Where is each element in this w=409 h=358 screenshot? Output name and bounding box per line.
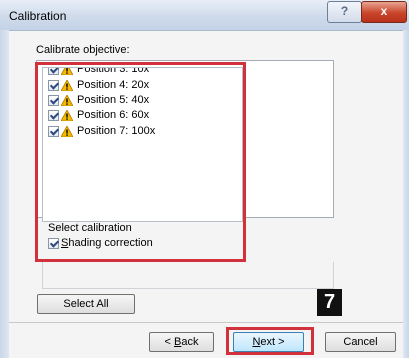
cancel-button[interactable]: Cancel xyxy=(325,332,396,352)
objective-highlight-frame xyxy=(35,62,246,262)
help-button[interactable]: ? xyxy=(327,1,362,23)
empty-panel xyxy=(42,262,334,289)
select-all-button[interactable]: Select All xyxy=(37,294,135,314)
step-badge: 7 xyxy=(317,289,342,316)
window-frame-right xyxy=(403,30,409,358)
title-bar: Calibration ? x xyxy=(0,0,409,31)
back-button[interactable]: < Back xyxy=(149,332,214,352)
window-frame-left xyxy=(0,30,9,358)
separator xyxy=(9,322,403,323)
calibrate-objective-label: Calibrate objective: xyxy=(36,44,130,56)
next-highlight-frame xyxy=(226,327,314,355)
close-button[interactable]: x xyxy=(361,1,407,23)
window-title: Calibration xyxy=(9,9,67,23)
